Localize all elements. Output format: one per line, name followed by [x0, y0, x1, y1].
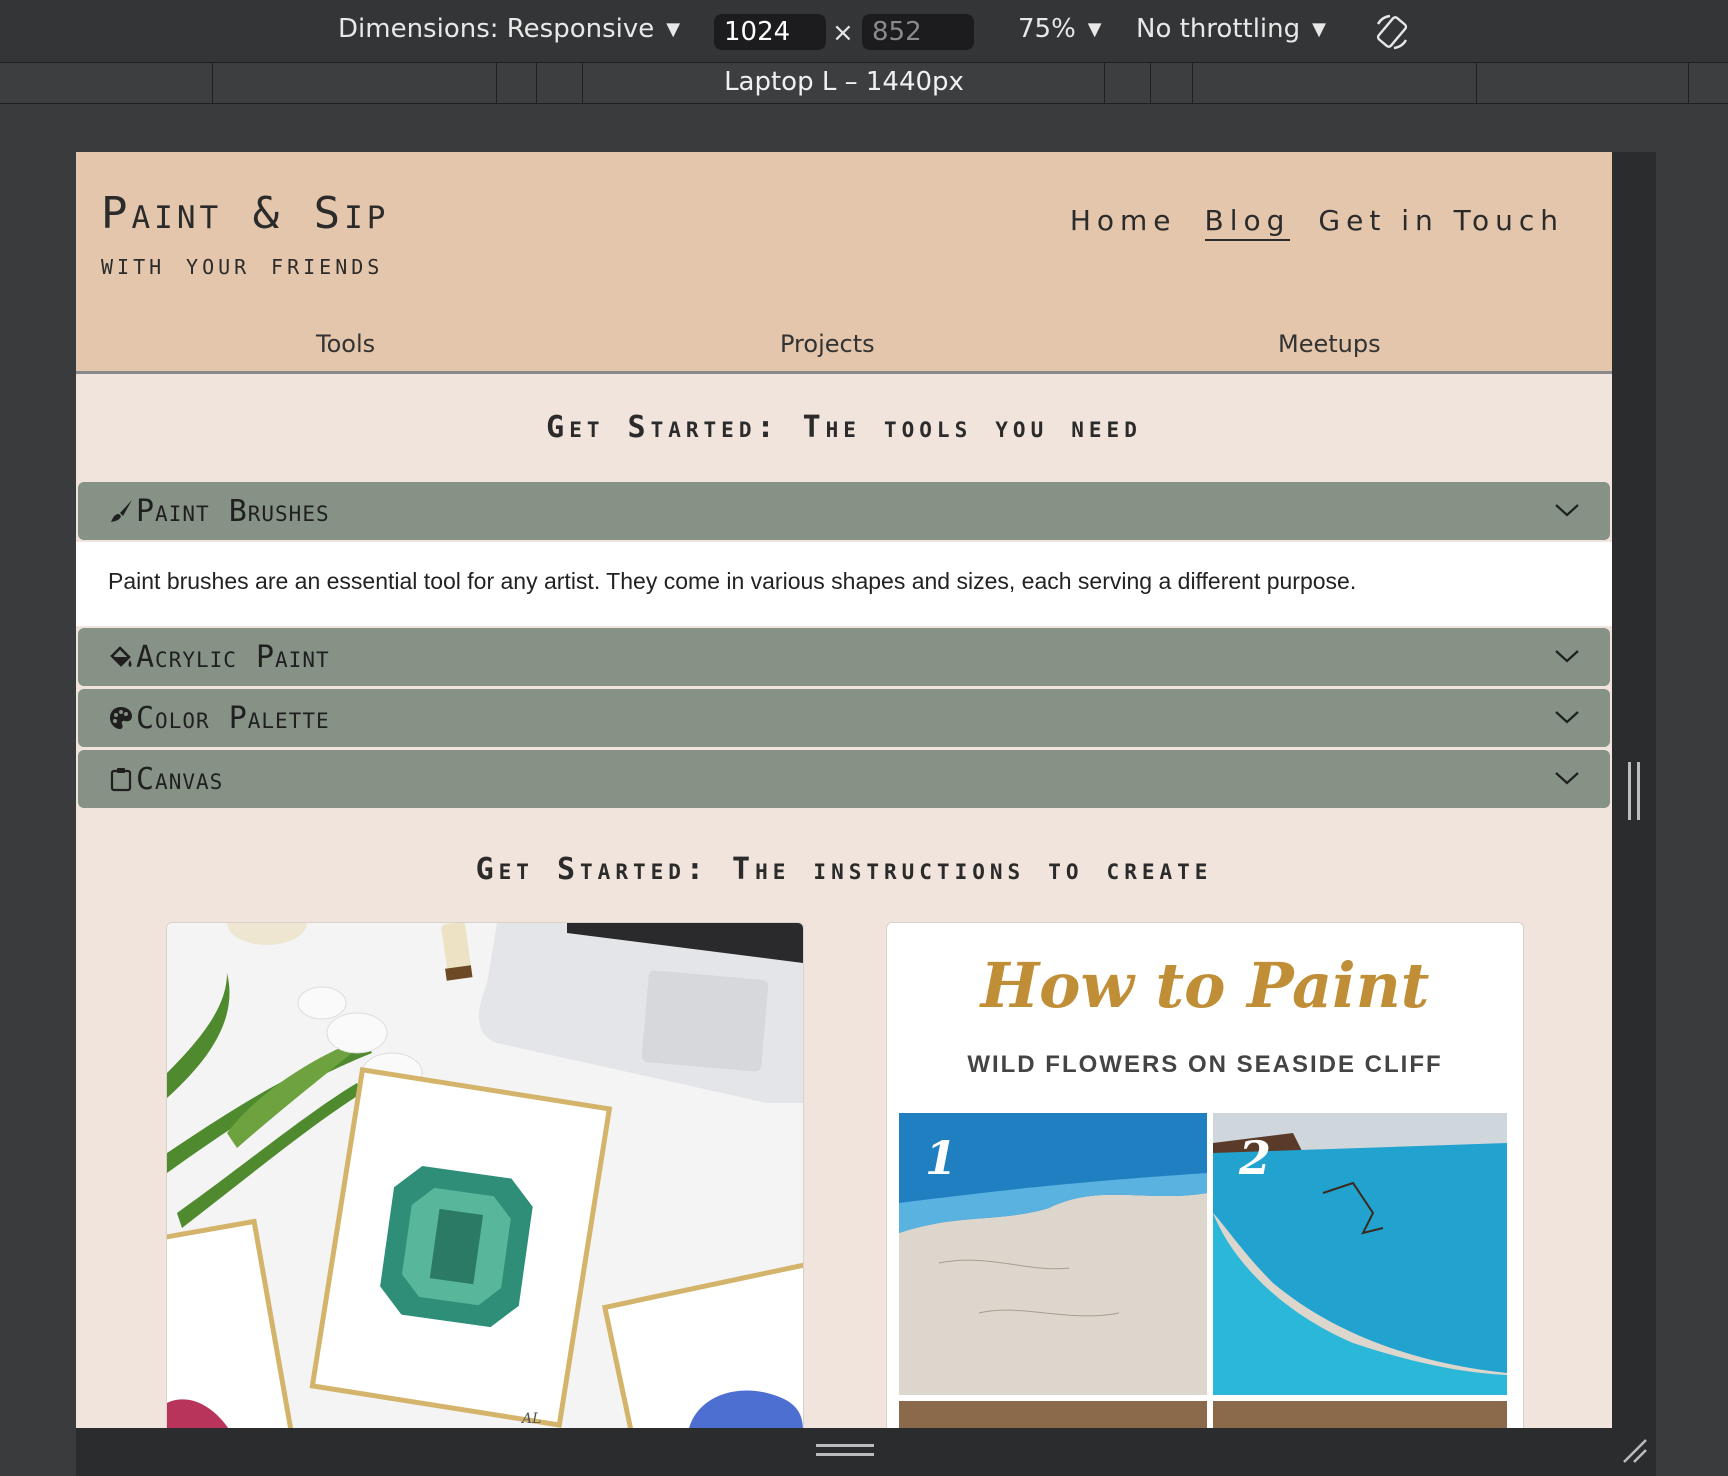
step-1-image: 1	[899, 1113, 1207, 1395]
step-4-image	[1213, 1401, 1507, 1428]
accordion-canvas[interactable]: Canvas	[78, 750, 1610, 808]
how-to-paint-title: How to Paint	[980, 949, 1430, 1022]
width-input[interactable]: 1024	[714, 14, 826, 50]
breakpoint-label[interactable]: Laptop L – 1440px	[0, 67, 1688, 97]
caret-down-icon: ▼	[1312, 18, 1326, 40]
step-2-image: 2	[1213, 1113, 1507, 1395]
caret-down-icon: ▼	[666, 18, 681, 40]
corner-resize-icon[interactable]	[1620, 1436, 1650, 1466]
paint-bucket-icon	[110, 646, 132, 667]
site-subtitle: with your friends	[101, 248, 384, 281]
throttling-dropdown[interactable]: No throttling ▼	[1136, 14, 1326, 44]
bottom-resize-bar	[76, 1428, 1656, 1476]
subnav-tools[interactable]: Tools	[316, 330, 375, 358]
accordion-paint-brushes[interactable]: Paint Brushes	[78, 482, 1610, 540]
subnav-projects[interactable]: Projects	[780, 330, 875, 358]
nav-get-in-touch[interactable]: Get in Touch	[1318, 204, 1564, 241]
step-3-image	[899, 1401, 1207, 1428]
accordion-panel-paint-brushes: Paint brushes are an essential tool for …	[76, 542, 1612, 626]
accordion-color-palette[interactable]: Color Palette	[78, 689, 1610, 747]
times-icon: ×	[832, 18, 854, 48]
accordion-title: Acrylic Paint	[136, 639, 330, 675]
accordion-title: Color Palette	[136, 700, 330, 736]
paintbrush-icon	[111, 500, 132, 522]
site-title[interactable]: Paint & Sip	[101, 188, 389, 239]
chevron-down-icon	[1555, 772, 1579, 785]
main-nav: Home Blog Get in Touch	[1070, 204, 1564, 241]
sub-nav: Tools Projects Meetups	[76, 330, 1612, 360]
subnav-meetups[interactable]: Meetups	[1278, 330, 1381, 358]
instructions-heading: Get Started: The instructions to create	[475, 852, 1213, 887]
bottom-resize-handle[interactable]	[816, 1444, 874, 1456]
media-query-ruler: Laptop L – 1440px	[0, 63, 1728, 104]
gem-paintings-image: AL	[167, 923, 803, 1428]
how-to-paint-subtitle: WILD FLOWERS ON SEASIDE CLIFF	[967, 1051, 1443, 1078]
svg-text:AL: AL	[520, 1411, 541, 1427]
chevron-down-icon	[1555, 711, 1579, 724]
accordion-title: Paint Brushes	[136, 493, 330, 529]
clipboard-icon	[110, 768, 132, 792]
step-number: 1	[925, 1131, 958, 1185]
palette-icon	[110, 707, 132, 729]
project-card-gem-paintings[interactable]: AL	[166, 922, 804, 1428]
dimensions-label: Dimensions: Responsive	[338, 14, 655, 44]
zoom-dropdown[interactable]: 75% ▼	[1018, 14, 1102, 44]
tools-heading: Get Started: The tools you need	[546, 410, 1142, 445]
site-header: Paint & Sip with your friends Home Blog …	[76, 152, 1612, 374]
dimensions-dropdown[interactable]: Dimensions: Responsive ▼	[338, 14, 680, 44]
accordion-acrylic-paint[interactable]: Acrylic Paint	[78, 628, 1610, 686]
chevron-down-icon	[1555, 650, 1579, 663]
side-resize-handle[interactable]	[1628, 762, 1640, 820]
zoom-label: 75%	[1018, 14, 1076, 44]
throttling-label: No throttling	[1136, 14, 1301, 44]
step-number: 2	[1239, 1131, 1272, 1185]
height-input[interactable]: 852	[862, 14, 974, 50]
caret-down-icon: ▼	[1087, 18, 1102, 40]
devtools-toolbar: Dimensions: Responsive ▼ 1024 × 852 75% …	[0, 0, 1728, 63]
accordion-title: Canvas	[136, 761, 224, 797]
chevron-down-icon	[1555, 504, 1579, 517]
rotate-device-icon[interactable]	[1372, 12, 1412, 52]
nav-home[interactable]: Home	[1070, 204, 1177, 241]
emulated-viewport: Paint & Sip with your friends Home Blog …	[76, 152, 1612, 1428]
nav-blog[interactable]: Blog	[1204, 204, 1291, 241]
project-card-how-to-paint[interactable]: How to Paint WILD FLOWERS ON SEASIDE CLI…	[886, 922, 1524, 1428]
